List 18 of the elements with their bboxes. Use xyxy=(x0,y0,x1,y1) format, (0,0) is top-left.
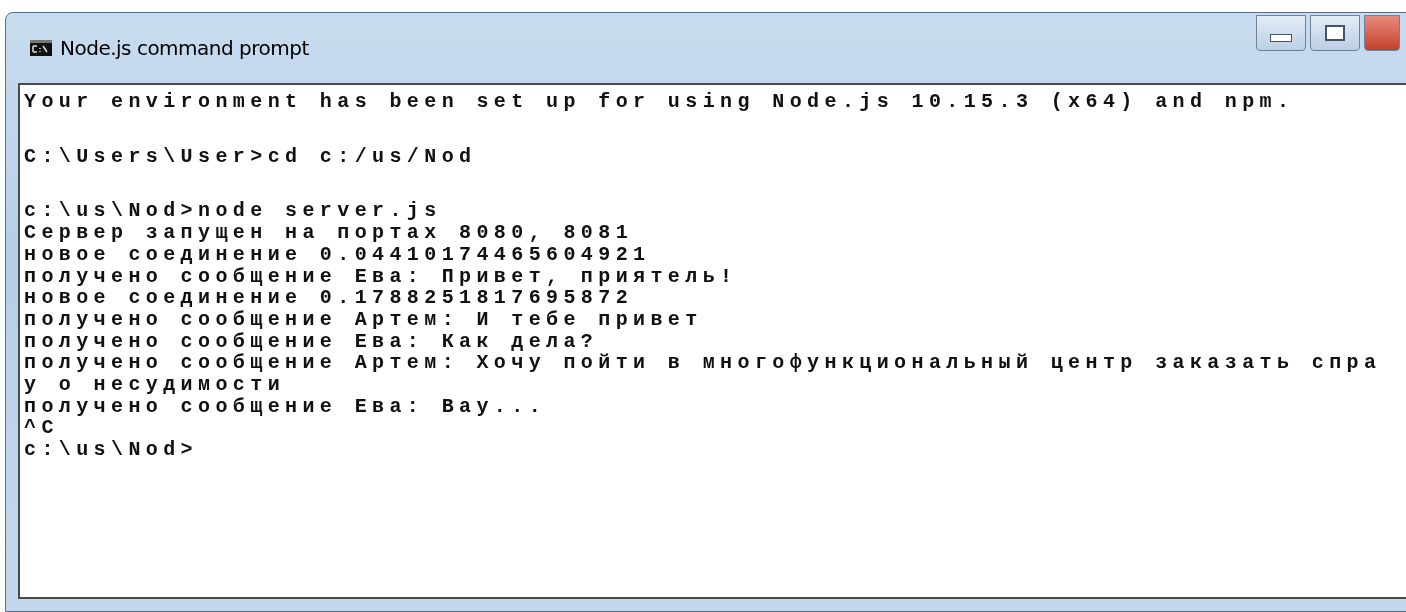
minimize-button[interactable] xyxy=(1256,15,1306,51)
console-line: получено сообщение Ева: Вау... xyxy=(24,395,548,418)
console-line: у о несудимости xyxy=(24,374,287,396)
console-line: получено сообщение Артем: И тебе привет xyxy=(24,308,704,331)
console-line: Сервер запущен на портах 8080, 8081 xyxy=(24,222,635,244)
maximize-button[interactable] xyxy=(1310,15,1360,51)
console-line: C:\Users\User>cd c:/us/Nod xyxy=(24,145,478,168)
console-line: новое соединение 0.04410174465604921 xyxy=(24,243,652,266)
console-line: c:\us\Nod>node server.js xyxy=(24,200,443,223)
console-line: получено сообщение Ева: Как дела? xyxy=(24,330,600,353)
terminal-icon xyxy=(30,40,52,56)
console-line: получено сообщение Артем: Хочу пойти в многофункциональный центр заказать спра xyxy=(24,352,1383,375)
console-line: ^C xyxy=(24,417,60,440)
console-line: новое соединение 0.1788251817695872 xyxy=(24,287,635,309)
console-line: c:\us\Nod> xyxy=(24,439,200,461)
console-line: получено сообщение Ева: Привет, приятель! xyxy=(24,265,739,288)
console-line: Your environment has been set up for using Node.js 10.15.3 (x64) and npm. xyxy=(24,91,1296,113)
window-title: Node.js command prompt xyxy=(60,36,309,60)
